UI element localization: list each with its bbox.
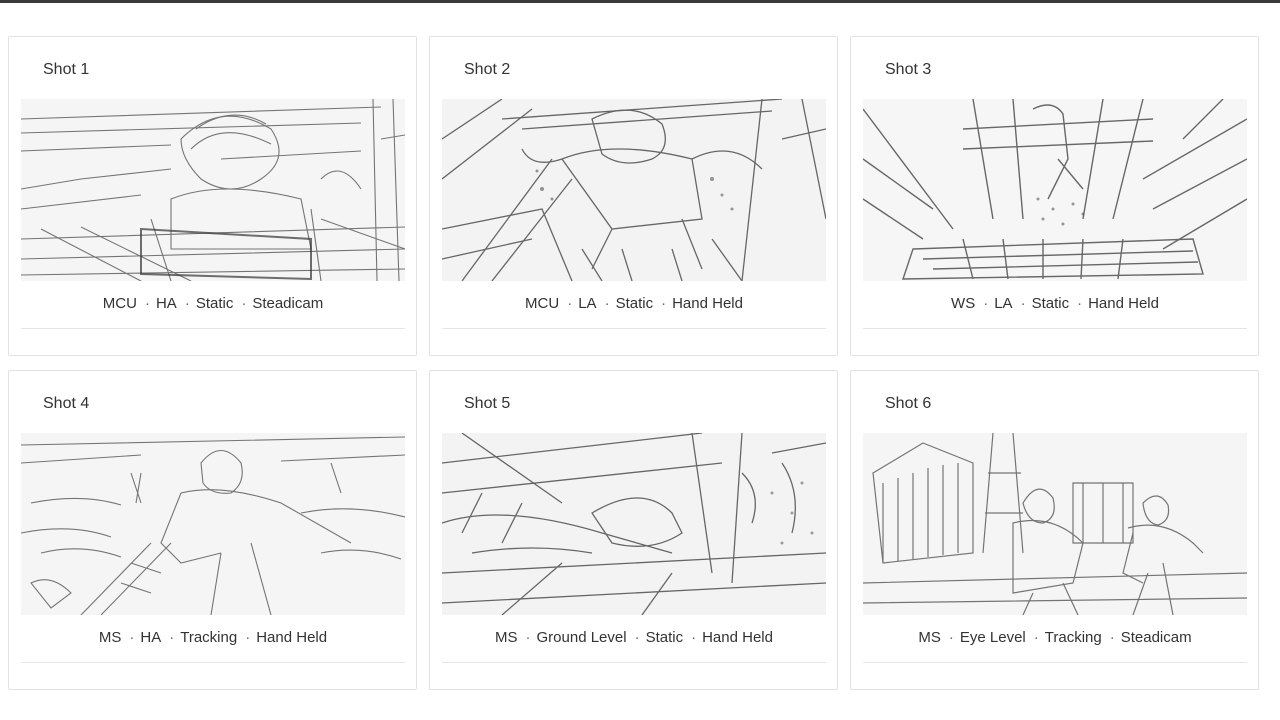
camera-rig: Hand Held [256,629,328,646]
camera-angle: HA [155,295,177,312]
camera-rig: Hand Held [672,295,743,312]
spec-separator: · [1077,295,1083,312]
shot-title: Shot 6 [885,395,932,412]
shot-size: MS [98,629,122,646]
spec-separator: · [241,295,247,312]
shot-specs: WS · LA · Static · Hand Held [863,295,1247,312]
shot-title: Shot 5 [464,395,511,412]
spec-separator: · [1033,629,1039,646]
spec-separator: · [948,629,954,646]
spec-separator: · [634,629,640,646]
spec-separator: · [169,629,175,646]
shot-card[interactable]: Shot 6 MS · Eye Level · Tracking · Steadicam [850,370,1259,690]
shot-specs: MCU · HA · Static · Steadicam [21,295,405,312]
camera-angle: Ground Level [536,629,627,646]
spec-separator: · [1020,295,1026,312]
camera-movement: Static [615,295,654,312]
camera-angle: LA [578,295,597,312]
card-divider [863,662,1247,663]
camera-rig: Hand Held [702,629,773,646]
card-divider [21,662,405,663]
shot-size: WS [951,295,976,312]
spec-separator: · [245,629,251,646]
shot-frame-image[interactable] [863,99,1247,281]
spec-separator: · [983,295,989,312]
storyboard-grid: Shot 1 MCU · HA · Static · Steadicam Sho… [8,36,1259,690]
top-border [0,0,1280,3]
spec-separator: · [604,295,610,312]
shot-frame-image[interactable] [21,433,405,615]
shot-card[interactable]: Shot 4 MS · HA · Tracking · Hand Held [8,370,417,690]
shot-size: MCU [525,295,560,312]
shot-card[interactable]: Shot 1 MCU · HA · Static · Steadicam [8,36,417,356]
storyboard-sketch-icon [21,433,405,615]
shot-card[interactable]: Shot 5 MS · Ground Level · Static · Hand… [429,370,838,690]
shot-specs: MS · Eye Level · Tracking · Steadicam [863,629,1247,646]
shot-title: Shot 4 [43,395,90,412]
shot-specs: MS · Ground Level · Static · Hand Held [442,629,826,646]
shot-title: Shot 2 [464,61,511,78]
storyboard-sketch-icon [442,433,826,615]
camera-movement: Static [195,295,234,312]
shot-size: MS [495,629,518,646]
camera-movement: Static [1031,295,1070,312]
spec-separator: · [661,295,667,312]
camera-movement: Tracking [1044,629,1102,646]
storyboard-sketch-icon [21,99,405,281]
card-divider [442,662,826,663]
shot-frame-image[interactable] [21,99,405,281]
shot-specs: MCU · LA · Static · Hand Held [442,295,826,312]
spec-separator: · [567,295,573,312]
camera-rig: Steadicam [252,295,324,312]
camera-rig: Steadicam [1120,629,1192,646]
shot-size: MS [918,629,941,646]
storyboard-sketch-icon [863,433,1247,615]
camera-angle: HA [140,629,162,646]
shot-size: MCU [102,295,137,312]
storyboard-sketch-icon [863,99,1247,281]
shot-frame-image[interactable] [863,433,1247,615]
camera-angle: Eye Level [959,629,1026,646]
spec-separator: · [144,295,150,312]
shot-frame-image[interactable] [442,433,826,615]
shot-title: Shot 1 [43,61,90,78]
camera-angle: LA [994,295,1013,312]
shot-frame-image[interactable] [442,99,826,281]
shot-card[interactable]: Shot 3 WS · LA · Static · Hand Held [850,36,1259,356]
camera-movement: Tracking [180,629,238,646]
camera-rig: Hand Held [1088,295,1159,312]
spec-separator: · [691,629,697,646]
shot-title: Shot 3 [885,61,932,78]
card-divider [442,328,826,329]
shot-specs: MS · HA · Tracking · Hand Held [21,629,405,646]
shot-card[interactable]: Shot 2 MCU · LA · Static · Hand Held [429,36,838,356]
card-divider [863,328,1247,329]
spec-separator: · [129,629,135,646]
spec-separator: · [1109,629,1115,646]
camera-movement: Static [645,629,684,646]
spec-separator: · [184,295,190,312]
storyboard-sketch-icon [442,99,826,281]
spec-separator: · [525,629,531,646]
card-divider [21,328,405,329]
